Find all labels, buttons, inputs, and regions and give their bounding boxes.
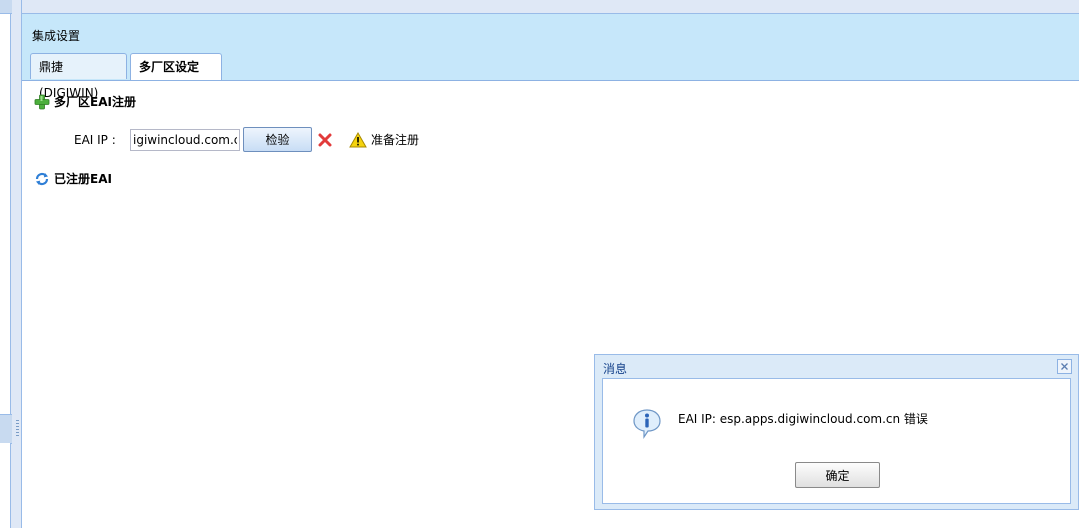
status-text: 准备注册 [371,133,420,147]
check-button[interactable]: 检验 [243,127,312,152]
eai-ip-input[interactable] [130,128,240,151]
left-frame-toolbar [0,414,12,444]
tab-digiwin[interactable]: 鼎捷(DIGIWIN) [30,53,127,100]
register-section-title: 多厂区EAI注册 [54,95,136,109]
eai-ip-label: EAI IP : [74,132,116,147]
plus-icon [34,94,50,110]
left-frame-header [0,0,12,14]
red-x-icon[interactable] [317,132,333,148]
left-frame-body [0,14,11,414]
eai-ip-row: EAI IP : 检验 准备注册 [74,127,419,152]
dialog-title: 消息 [603,362,628,376]
left-frame-lower-body [0,443,11,528]
panel-title: 集成设置 [32,29,81,43]
splitter-grip[interactable] [16,420,19,436]
panel-header: 集成设置 鼎捷(DIGIWIN) 多厂区设定 [22,14,1079,100]
top-strip [22,0,1079,14]
message-dialog: 消息 EAI IP: esp.apps.digiwincloud.com.cn … [594,354,1079,510]
warning-icon [349,131,367,148]
dialog-body: EAI IP: esp.apps.digiwincloud.com.cn 错误 … [602,378,1071,504]
registered-section-title: 已注册EAI [54,172,112,186]
integration-settings-panel: 集成设置 鼎捷(DIGIWIN) 多厂区设定 多厂区EAI注册 EAI IP :… [21,0,1079,528]
tab-multi-plant[interactable]: 多厂区设定 [130,53,222,80]
info-icon [631,407,663,439]
ok-button[interactable]: 确定 [795,462,880,488]
refresh-icon[interactable] [34,171,50,187]
registered-section-header: 已注册EAI [34,170,112,187]
register-section-header: 多厂区EAI注册 [34,93,136,110]
dialog-message: EAI IP: esp.apps.digiwincloud.com.cn 错误 [678,412,928,426]
close-icon[interactable] [1057,359,1072,374]
left-collapsed-frame [0,0,16,528]
